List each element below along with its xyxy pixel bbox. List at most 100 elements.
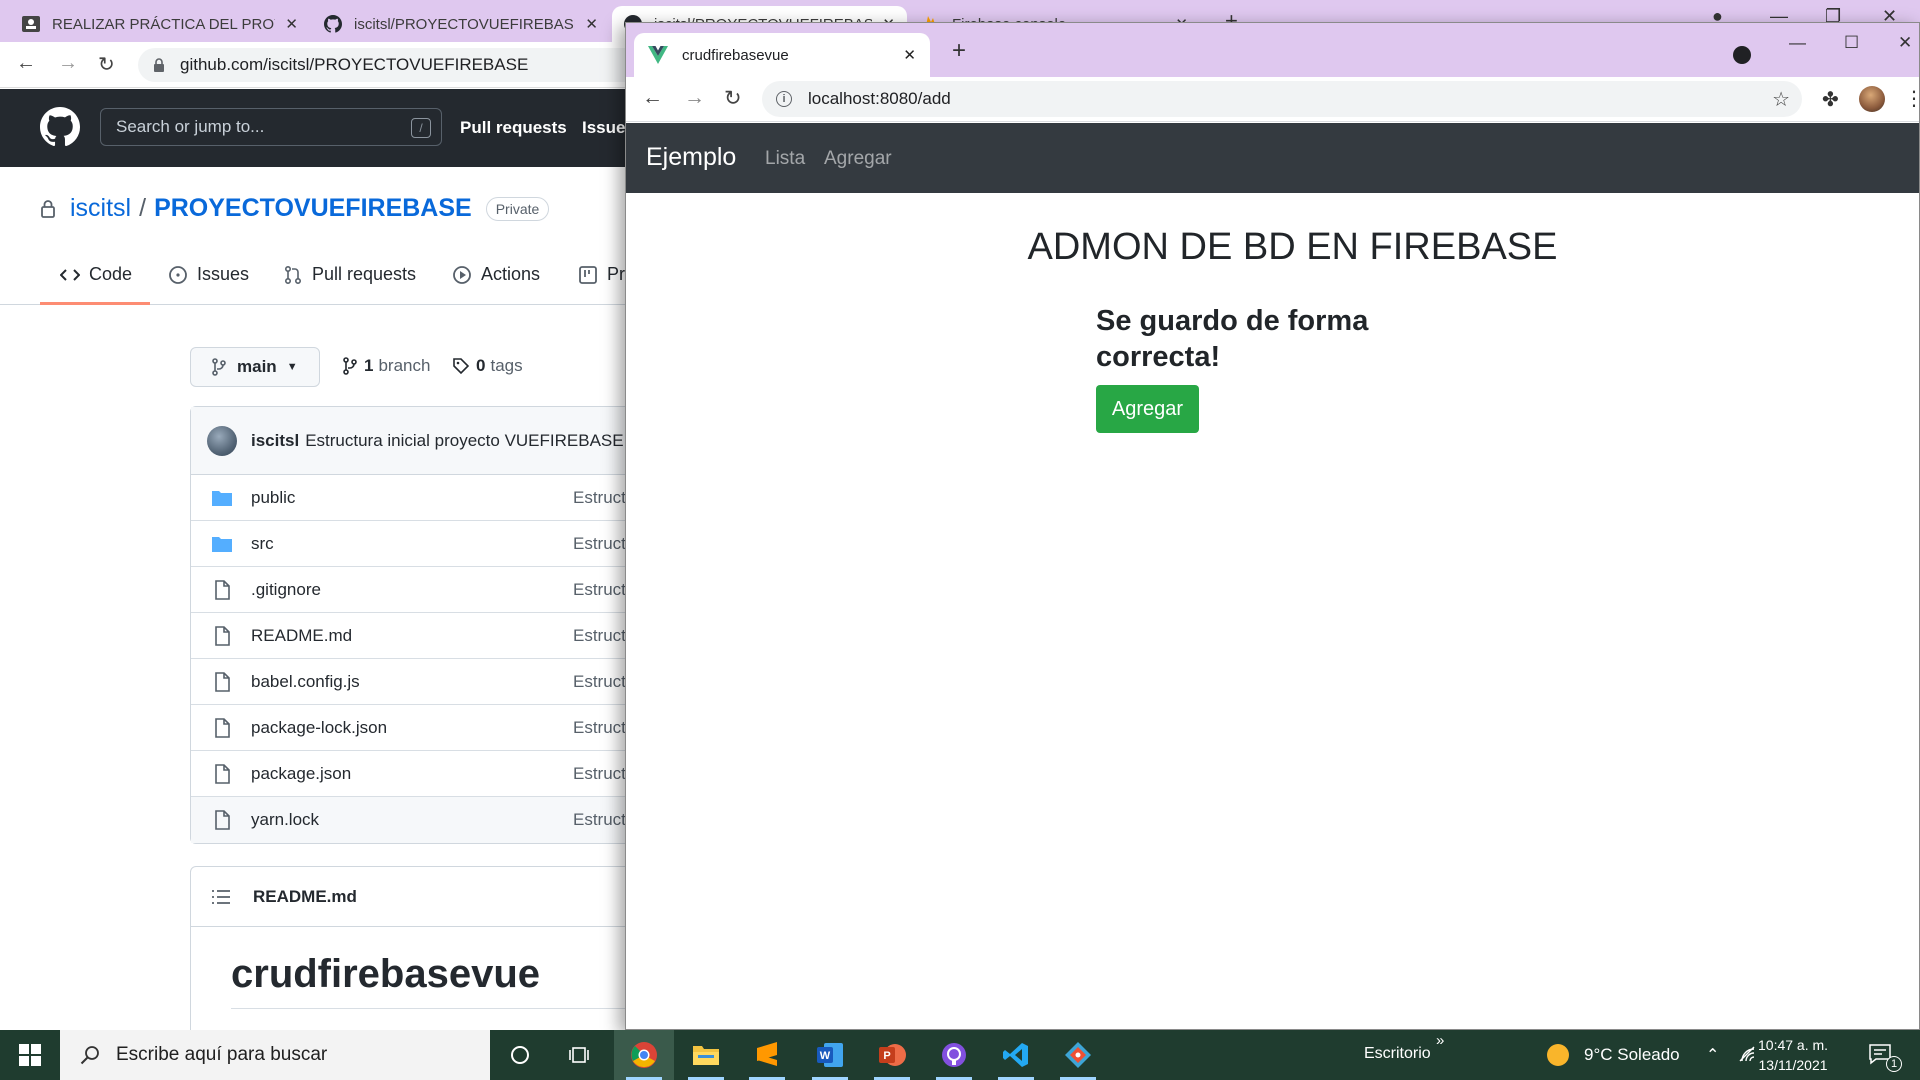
file-name[interactable]: .gitignore bbox=[251, 580, 321, 600]
branch-selector-button[interactable]: main ▼ bbox=[190, 347, 320, 387]
add-button[interactable]: Agregar bbox=[1096, 385, 1199, 433]
chevron-down-icon: ▼ bbox=[286, 361, 298, 373]
cortana-icon[interactable] bbox=[490, 1030, 550, 1080]
chevron-up-icon[interactable]: ⌃ bbox=[1706, 1045, 1719, 1065]
url-text: github.com/iscitsl/PROYECTOVUEFIREBASE bbox=[180, 55, 529, 74]
search-icon bbox=[80, 1046, 99, 1065]
tab-crudfirebasevue[interactable]: crudfirebasevue ✕ bbox=[634, 33, 930, 77]
weather-widget[interactable]: 9°C Soleado bbox=[1584, 1045, 1680, 1065]
back-icon[interactable]: ← bbox=[642, 86, 663, 110]
tab-pull-requests[interactable]: Pull requests bbox=[283, 264, 416, 285]
taskbar-search-input[interactable]: Escribe aquí para buscar bbox=[60, 1030, 490, 1080]
git-icon[interactable] bbox=[1048, 1030, 1108, 1080]
branch-icon bbox=[343, 357, 357, 375]
github-search-input[interactable]: Search or jump to... / bbox=[100, 108, 442, 146]
file-name[interactable]: babel.config.js bbox=[251, 672, 360, 692]
extensions-icon[interactable]: ✤ bbox=[1822, 87, 1839, 112]
file-explorer-icon[interactable] bbox=[676, 1030, 736, 1080]
file-icon bbox=[215, 718, 230, 738]
avatar[interactable] bbox=[1859, 86, 1885, 112]
file-commit-message[interactable]: Estruct bbox=[573, 626, 626, 646]
desktop-toolbar-label[interactable]: Escritorio bbox=[1364, 1045, 1431, 1063]
branch-name: main bbox=[237, 357, 277, 376]
close-icon[interactable]: ✕ bbox=[285, 15, 298, 33]
back-icon[interactable]: ← bbox=[16, 52, 36, 75]
file-name[interactable]: public bbox=[251, 488, 295, 508]
file-commit-message[interactable]: Estruct bbox=[573, 718, 626, 738]
maximize-icon[interactable]: ☐ bbox=[1844, 33, 1859, 53]
tab-issues[interactable]: Issues bbox=[168, 264, 249, 285]
sublime-text-icon[interactable] bbox=[737, 1030, 797, 1080]
file-commit-message[interactable]: Estruct bbox=[573, 534, 626, 554]
issue-icon bbox=[169, 265, 187, 284]
chrome-icon[interactable] bbox=[614, 1030, 674, 1080]
github-icon bbox=[324, 15, 342, 33]
file-commit-message[interactable]: Estruct bbox=[573, 810, 626, 830]
minimize-icon[interactable]: — bbox=[1789, 33, 1806, 53]
branches-link[interactable]: 1 branch bbox=[342, 356, 430, 376]
menu-icon[interactable]: ⋮ bbox=[1904, 86, 1919, 111]
notification-count-badge: 1 bbox=[1886, 1056, 1902, 1072]
close-icon[interactable]: ✕ bbox=[903, 46, 916, 64]
network-icon[interactable] bbox=[1738, 1045, 1758, 1068]
nav-link-lista[interactable]: Lista bbox=[765, 148, 805, 170]
tab-actions[interactable]: Actions bbox=[452, 264, 540, 285]
tag-label: tags bbox=[490, 356, 523, 375]
nav-link-agregar[interactable]: Agregar bbox=[824, 148, 892, 170]
list-icon[interactable] bbox=[211, 889, 231, 905]
word-icon[interactable]: W bbox=[800, 1030, 860, 1080]
github-desktop-icon[interactable] bbox=[924, 1030, 984, 1080]
reload-icon[interactable]: ↻ bbox=[724, 86, 742, 111]
profile-dropdown-icon[interactable] bbox=[1733, 46, 1751, 64]
tab-code[interactable]: Code bbox=[60, 264, 132, 285]
file-name[interactable]: package-lock.json bbox=[251, 718, 387, 738]
sun-icon[interactable] bbox=[1546, 1043, 1570, 1072]
toolbar-chevron-icon[interactable]: » bbox=[1436, 1032, 1444, 1049]
windows-start-icon[interactable] bbox=[0, 1030, 60, 1080]
repo-owner-link[interactable]: iscitsl bbox=[70, 194, 131, 223]
nav-pull-requests[interactable]: Pull requests bbox=[460, 118, 567, 138]
file-commit-message[interactable]: Estruct bbox=[573, 488, 626, 508]
svg-text:P: P bbox=[883, 1050, 890, 1062]
readme-heading: crudfirebasevue bbox=[231, 952, 541, 996]
forward-icon[interactable]: → bbox=[58, 52, 78, 75]
file-name[interactable]: package.json bbox=[251, 764, 351, 784]
tab-title: iscitsl/PROYECTOVUEFIREBASE: C bbox=[354, 15, 576, 33]
powerpoint-icon[interactable]: P bbox=[862, 1030, 922, 1080]
file-commit-message[interactable]: Estruct bbox=[573, 764, 626, 784]
search-shortcut-key: / bbox=[411, 118, 431, 138]
clock-date: 13/11/2021 bbox=[1758, 1057, 1828, 1073]
file-name[interactable]: README.md bbox=[251, 626, 352, 646]
branch-icon bbox=[212, 358, 226, 376]
file-name[interactable]: yarn.lock bbox=[251, 810, 319, 830]
info-icon[interactable]: i bbox=[776, 91, 792, 107]
commit-message[interactable]: Estructura inicial proyecto VUEFIREBASE bbox=[305, 431, 623, 451]
commit-author[interactable]: iscitsl bbox=[251, 431, 299, 451]
close-window-icon[interactable]: ✕ bbox=[1898, 33, 1912, 53]
address-bar[interactable]: i localhost:8080/add ☆ bbox=[762, 81, 1802, 117]
star-icon[interactable]: ☆ bbox=[1772, 87, 1790, 112]
tags-link[interactable]: 0 tags bbox=[452, 356, 523, 376]
play-icon bbox=[453, 265, 471, 284]
project-board-icon bbox=[579, 265, 597, 284]
file-name[interactable]: src bbox=[251, 534, 274, 554]
avatar[interactable] bbox=[207, 425, 237, 456]
close-icon[interactable]: ✕ bbox=[585, 15, 598, 33]
task-view-icon[interactable] bbox=[550, 1030, 610, 1080]
tab-projects[interactable]: Pr bbox=[578, 264, 625, 285]
github-logo-icon[interactable] bbox=[40, 107, 80, 147]
repo-separator: / bbox=[139, 194, 147, 222]
file-commit-message[interactable]: Estruct bbox=[573, 672, 626, 692]
forward-icon[interactable]: → bbox=[684, 86, 705, 110]
lock-icon bbox=[41, 199, 55, 218]
new-tab-button[interactable]: + bbox=[952, 37, 966, 65]
tab-classroom[interactable]: REALIZAR PRÁCTICA DEL PROYECTO ✕ bbox=[10, 6, 310, 42]
repo-name-link[interactable]: PROYECTOVUEFIREBASE bbox=[154, 194, 472, 223]
search-placeholder: Search or jump to... bbox=[116, 117, 265, 136]
tab-github-repo[interactable]: iscitsl/PROYECTOVUEFIREBASE: C ✕ bbox=[312, 6, 610, 42]
navbar-brand[interactable]: Ejemplo bbox=[646, 143, 736, 172]
reload-icon[interactable]: ↻ bbox=[98, 52, 115, 77]
system-clock[interactable]: 10:47 a. m. 13/11/2021 bbox=[1758, 1035, 1828, 1075]
file-commit-message[interactable]: Estruct bbox=[573, 580, 626, 600]
vscode-icon[interactable] bbox=[986, 1030, 1046, 1080]
